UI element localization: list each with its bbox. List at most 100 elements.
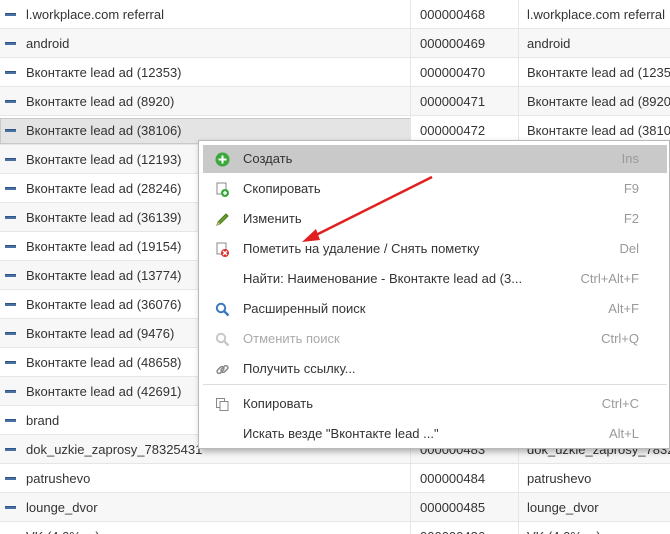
cancel-search-icon bbox=[215, 332, 230, 347]
edit-icon bbox=[215, 212, 230, 227]
column-divider bbox=[410, 58, 411, 87]
row-name: Вконтакте lead ad (8920) bbox=[26, 94, 175, 109]
column-divider bbox=[410, 464, 411, 493]
catalog-item-icon bbox=[5, 477, 16, 480]
menu-item-shortcut: Alt+L bbox=[609, 426, 639, 441]
row-name: brand bbox=[26, 413, 60, 428]
menu-item-label: Скопировать bbox=[243, 181, 321, 196]
row-code: 000000468 bbox=[420, 7, 486, 22]
catalog-item-icon bbox=[5, 361, 16, 364]
menu-item-label: Создать bbox=[243, 151, 293, 166]
row-description: Вконтакте lead ad (8920) bbox=[527, 94, 670, 109]
menu-item-shortcut: Ctrl+Alt+F bbox=[580, 271, 639, 286]
table-row[interactable]: Вконтакте lead ad (12353) 000000470 Вконта… bbox=[0, 58, 670, 87]
menu-item-label: Копировать bbox=[243, 396, 313, 411]
row-description: patrushevo bbox=[527, 471, 592, 486]
catalog-item-icon bbox=[5, 448, 16, 451]
row-code: 000000486 bbox=[420, 522, 485, 534]
menu-item-shortcut: Alt+F bbox=[608, 301, 639, 316]
menu-item[interactable]: Копировать Ctrl+C bbox=[203, 390, 667, 418]
column-divider bbox=[410, 522, 411, 534]
table-row[interactable]: l.workplace.com referral 000000468 l.workp… bbox=[0, 0, 670, 29]
catalog-item-icon bbox=[5, 158, 16, 161]
menu-separator bbox=[203, 384, 667, 385]
row-name: Вконтакте lead ad (38106) bbox=[26, 123, 182, 138]
row-code: 000000470 bbox=[420, 65, 486, 80]
row-name: Вконтакте lead ad (12353) bbox=[26, 65, 182, 80]
column-divider bbox=[518, 29, 519, 58]
row-name: Вконтакте lead ad (36139) bbox=[26, 210, 182, 225]
row-name: lounge_dvor bbox=[26, 500, 98, 515]
column-divider bbox=[410, 493, 411, 522]
row-description: Вконтакте lead ad (12353 bbox=[527, 65, 670, 80]
menu-item-shortcut: Del bbox=[619, 241, 639, 256]
menu-item[interactable]: Изменить F2 bbox=[203, 205, 667, 233]
link-icon bbox=[215, 362, 230, 377]
row-code: 000000485 bbox=[420, 500, 486, 515]
context-menu: Создать Ins Скопировать F9 Изменить F2 Пометит… bbox=[198, 140, 670, 449]
row-name: Вконтакте lead ad (9476) bbox=[26, 326, 175, 341]
row-name: l.workplace.com referral bbox=[26, 7, 164, 22]
row-name: Вконтакте lead ad (19154) bbox=[26, 239, 182, 254]
menu-item-shortcut: F2 bbox=[623, 211, 639, 226]
table-row[interactable]: lounge_dvor 000000485 lounge_dvor bbox=[0, 493, 670, 522]
column-divider bbox=[410, 29, 411, 58]
menu-item: Отменить поиск Ctrl+Q bbox=[203, 325, 667, 353]
table-row[interactable]: VK (4.0% ...) 000000486 VK (4.0% ...) bbox=[0, 522, 670, 534]
catalog-item-icon bbox=[5, 129, 16, 132]
catalog-item-icon bbox=[5, 187, 16, 190]
menu-item[interactable]: Расширенный поиск Alt+F bbox=[203, 295, 667, 323]
column-divider bbox=[518, 522, 519, 534]
copy-icon bbox=[215, 397, 230, 412]
catalog-item-icon bbox=[5, 506, 16, 509]
row-name: Вконтакте lead ad (42691) bbox=[26, 384, 182, 399]
row-name: android bbox=[26, 36, 70, 51]
row-code: 000000469 bbox=[420, 36, 486, 51]
column-divider bbox=[518, 87, 519, 116]
row-code: 000000471 bbox=[420, 94, 486, 109]
menu-item-label: Найти: Наименование - Вконтакте lead ad … bbox=[243, 271, 523, 286]
column-divider bbox=[518, 58, 519, 87]
menu-item-label: Искать везде "Вконтакте lead ..." bbox=[243, 426, 439, 441]
menu-item[interactable]: Скопировать F9 bbox=[203, 175, 667, 203]
catalog-item-icon bbox=[5, 274, 16, 277]
row-name: Вконтакте lead ad (13774) bbox=[26, 268, 182, 283]
table-row[interactable]: Вконтакте lead ad (8920) 000000471 Вконтак… bbox=[0, 87, 670, 116]
catalog-item-icon bbox=[5, 100, 16, 103]
menu-item[interactable]: Найти: Наименование - Вконтакте lead ad … bbox=[203, 265, 667, 293]
menu-item-shortcut: F9 bbox=[623, 181, 639, 196]
row-description: android bbox=[527, 36, 571, 51]
row-description: lounge_dvor bbox=[527, 500, 599, 515]
column-divider bbox=[518, 0, 519, 29]
copy-item-icon bbox=[215, 182, 230, 197]
menu-item-shortcut: Ctrl+C bbox=[601, 396, 639, 411]
menu-item-label: Получить ссылку... bbox=[243, 361, 356, 376]
catalog-item-icon bbox=[5, 245, 16, 248]
menu-item[interactable]: Искать везде "Вконтакте lead ..." Alt+L bbox=[203, 420, 667, 448]
column-divider bbox=[410, 87, 411, 116]
row-name: Вконтакте lead ad (28246) bbox=[26, 181, 182, 196]
catalog-item-icon bbox=[5, 303, 16, 306]
table-row[interactable]: patrushevo 000000484 patrushevo bbox=[0, 464, 670, 493]
catalog-item-icon bbox=[5, 71, 16, 74]
row-name: dok_uzkie_zaprosy_78325431 bbox=[26, 442, 203, 457]
row-name: Вконтакте lead ad (12193) bbox=[26, 152, 182, 167]
catalog-item-icon bbox=[5, 42, 16, 45]
menu-item-label: Изменить bbox=[243, 211, 302, 226]
column-divider bbox=[518, 464, 519, 493]
row-name: Вконтакте lead ad (36076) bbox=[26, 297, 182, 312]
menu-item-label: Пометить на удаление / Снять пометку bbox=[243, 241, 480, 256]
menu-item[interactable]: Получить ссылку... bbox=[203, 355, 667, 383]
menu-item-label: Отменить поиск bbox=[243, 331, 340, 346]
menu-item[interactable]: Пометить на удаление / Снять пометку Del bbox=[203, 235, 667, 263]
menu-item-shortcut: Ctrl+Q bbox=[601, 331, 639, 346]
row-code: 000000484 bbox=[420, 471, 486, 486]
row-description: l.workplace.com referral bbox=[527, 7, 665, 22]
menu-item[interactable]: Создать Ins bbox=[203, 145, 667, 173]
search-icon bbox=[215, 302, 230, 317]
row-name: patrushevo bbox=[26, 471, 91, 486]
catalog-item-icon bbox=[5, 216, 16, 219]
table-row[interactable]: android 000000469 android bbox=[0, 29, 670, 58]
menu-item-label: Расширенный поиск bbox=[243, 301, 366, 316]
catalog-item-icon bbox=[5, 419, 16, 422]
